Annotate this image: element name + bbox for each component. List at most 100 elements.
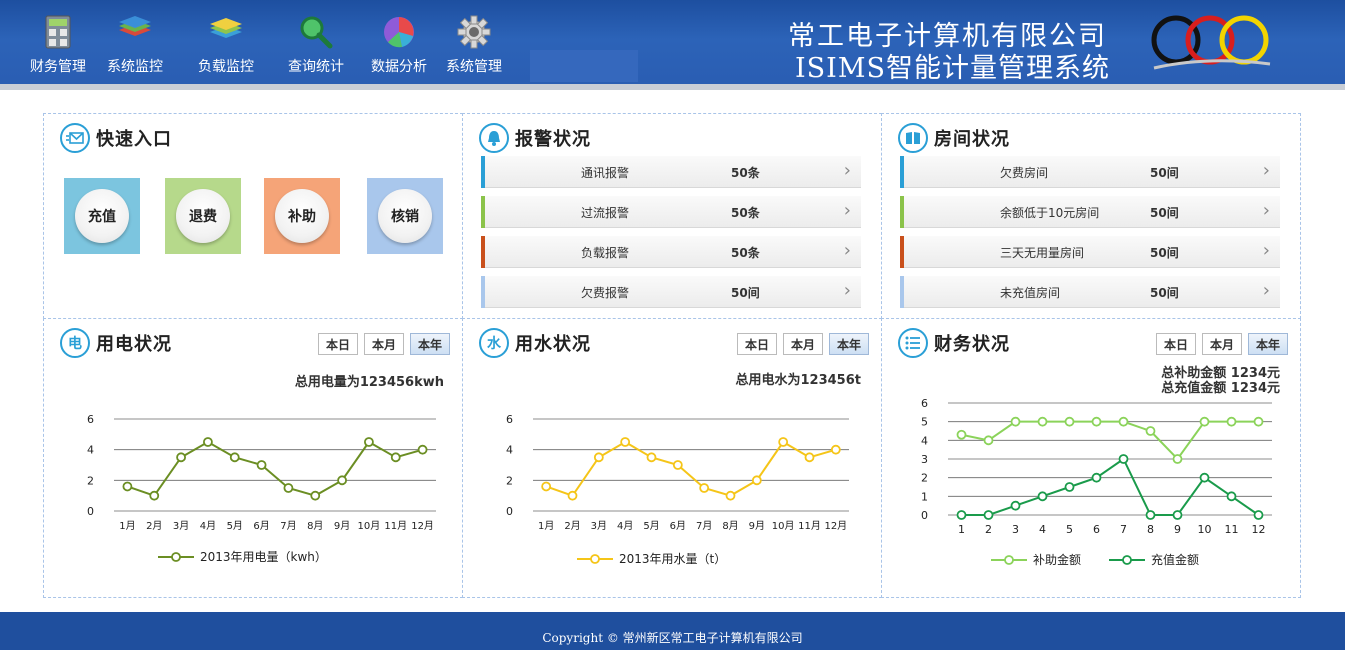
data-point [751,475,762,486]
data-point [1091,416,1102,427]
nav-analysis[interactable]: 数据分析 [359,12,439,76]
legend-marker [171,552,181,562]
data-point [1199,416,1210,427]
electric-line-chart: 0 2 4 6 1月 2月 3月 4月 5月 6月 7月 8月 9月 10月 11月 12月 2013年用电量（… [87,413,436,564]
nav-system-monitor[interactable]: 系统监控 [95,12,175,76]
quick-refund-button[interactable]: 退费 [165,178,241,254]
x-tick-label: 5月 [643,520,659,532]
panel-header: 快速入口 [60,122,172,154]
chevron-right-icon: › [1262,280,1270,301]
row-color-bar [481,276,485,308]
room-row-arrears[interactable]: 欠费房间 50间 › [900,156,1280,188]
quick-writeoff-button[interactable]: 核销 [367,178,443,254]
x-tick-label: 9月 [334,520,350,532]
y-tick-label: 2 [921,472,928,485]
nav-query[interactable]: 查询统计 [276,12,356,76]
x-tick-label: 2 [985,523,992,536]
x-tick-label: 10 [1198,523,1212,536]
data-point [646,452,657,463]
y-tick-label: 5 [921,416,928,429]
data-point [283,483,294,493]
quick-subsidy-button[interactable]: 补助 [264,178,340,254]
alarm-row-arrears[interactable]: 欠费报警 50间 › [481,276,861,308]
data-point [417,444,428,455]
legend-marker [590,554,600,564]
quick-label: 退费 [176,189,230,243]
x-tick-label: 4 [1039,523,1046,536]
x-tick-label: 4月 [200,520,216,532]
room-row-low-balance[interactable]: 余额低于10元房间 50间 › [900,196,1280,228]
data-point [804,452,815,463]
alarm-row-overcurrent[interactable]: 过流报警 50条 › [481,196,861,228]
nav-system-admin[interactable]: 系统管理 [434,12,514,76]
data-point [337,475,347,486]
data-point [830,444,841,455]
data-point [149,490,160,501]
x-tick-label: 1月 [119,520,135,532]
alarm-row-load[interactable]: 负载报警 50条 › [481,236,861,268]
electric-panel: 电 用电状况 本日 本月 本年 总用电量为123456kwh 0 2 4 6 1月 2月 3… [43,318,463,598]
row-color-bar [900,156,904,188]
data-point [541,481,552,492]
nav-label: 数据分析 [371,59,427,75]
panel-title: 快速入口 [96,129,172,150]
row-count: 50条 [731,166,760,180]
x-tick-label: 1月 [538,520,554,532]
row-name: 未充值房间 [1000,286,1061,300]
y-tick-label: 4 [506,444,513,457]
data-point [1199,472,1210,483]
pie-chart-icon [379,12,419,52]
row-name: 欠费报警 [581,286,630,300]
row-color-bar [481,236,485,268]
x-tick-label: 12月 [411,520,434,532]
panel-title: 报警状况 [515,129,591,150]
legend-label: 2013年用电量（kwh） [200,550,327,564]
y-tick-label: 0 [87,505,94,518]
data-point [956,429,967,440]
x-tick-label: 3月 [173,520,189,532]
data-point [983,510,994,520]
calculator-icon [38,12,78,52]
data-point [778,437,789,447]
y-tick-label: 0 [921,509,928,522]
data-point [1253,510,1264,520]
nav-load-monitor[interactable]: 负载监控 [186,12,266,76]
data-point [725,490,736,501]
row-count: 50间 [1150,246,1179,260]
quick-recharge-button[interactable]: 充值 [64,178,140,254]
gear-icon [454,12,494,52]
room-row-no-usage[interactable]: 三天无用量房间 50间 › [900,236,1280,268]
row-name: 余额低于10元房间 [1000,206,1100,220]
x-tick-label: 4月 [617,520,633,532]
x-tick-label: 10月 [358,520,381,532]
row-name: 三天无用量房间 [1000,246,1085,260]
quick-label: 补助 [275,189,329,243]
chevron-right-icon: › [1262,200,1270,221]
x-tick-label: 11月 [384,520,407,532]
row-count: 50条 [731,246,760,260]
panel-header: 房间状况 [898,122,1010,154]
legend-label: 2013年用水量（t） [619,552,726,566]
chevron-right-icon: › [843,240,851,261]
x-tick-label: 6月 [253,520,269,532]
legend-label: 充值金额 [1151,552,1199,567]
data-point [1226,491,1237,502]
y-tick-label: 6 [921,397,928,410]
alarm-row-communication[interactable]: 通讯报警 50条 › [481,156,861,188]
x-tick-label: 8月 [722,520,738,532]
header-divider [0,84,1345,90]
room-row-no-recharge[interactable]: 未充值房间 50间 › [900,276,1280,308]
x-tick-label: 2月 [564,520,580,532]
nav-finance[interactable]: 财务管理 [18,12,98,76]
data-point [1253,416,1264,427]
y-tick-label: 4 [87,444,94,457]
nav-label: 负载监控 [198,59,254,75]
y-tick-label: 2 [506,474,513,487]
x-tick-label: 6 [1093,523,1100,536]
data-point [122,481,133,492]
data-point [699,483,710,493]
finance-panel: 财务状况 本日 本月 本年 总补助金额 1234元 总充值金额 1234元 01… [881,318,1301,598]
data-point [203,437,213,447]
row-color-bar [900,196,904,228]
row-color-bar [481,196,485,228]
